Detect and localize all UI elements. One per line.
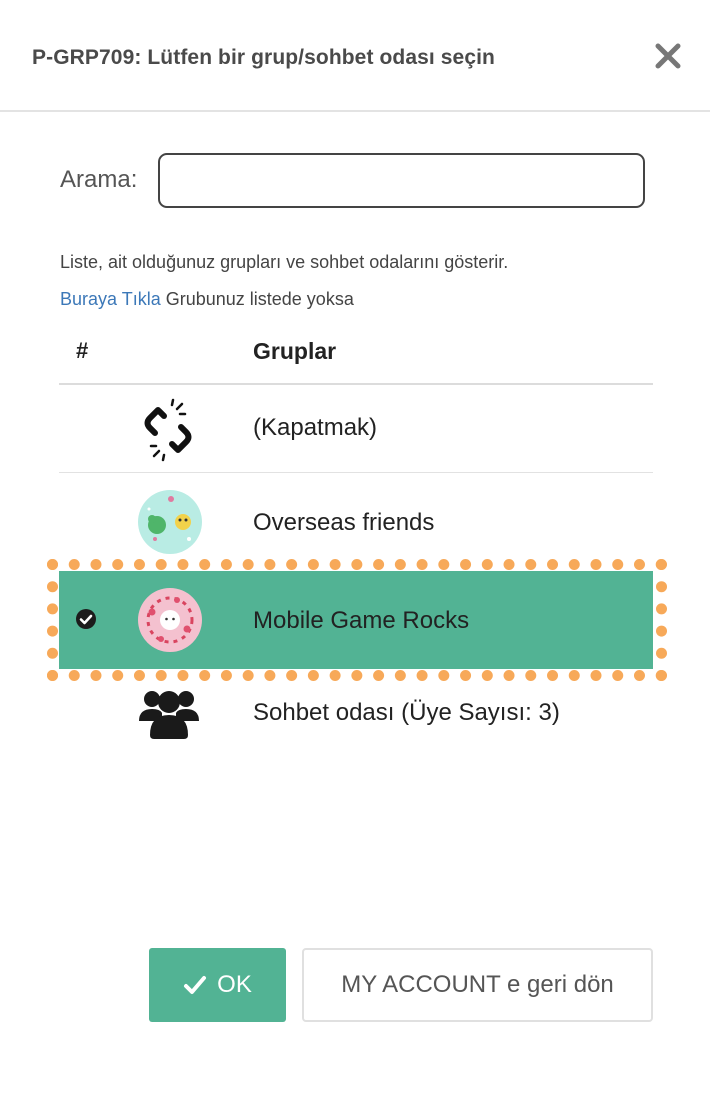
table-header: # Gruplar xyxy=(59,318,653,385)
my-account-button[interactable]: MY ACCOUNT e geri dön xyxy=(302,948,653,1022)
checkmark-icon xyxy=(184,976,207,994)
dialog-header: P-GRP709: Lütfen bir grup/sohbet odası s… xyxy=(0,0,710,112)
group-avatar-icon xyxy=(138,588,202,652)
close-icon[interactable] xyxy=(652,40,684,72)
users-icon xyxy=(139,691,199,739)
missing-group-text: Grubunuz listede yoksa xyxy=(160,289,354,309)
click-here-link[interactable]: Buraya Tıkla xyxy=(60,289,161,309)
missing-group-line: Buraya Tıkla Grubunuz listede yoksa xyxy=(60,289,354,310)
group-row-mobile-game-rocks[interactable]: Mobile Game Rocks xyxy=(59,571,653,669)
column-header-number: # xyxy=(76,338,89,363)
groups-table: # Gruplar (Kapatmak) Overseas friends Mo… xyxy=(59,318,653,761)
search-label: Arama: xyxy=(60,166,138,193)
group-row-close[interactable]: (Kapatmak) xyxy=(59,385,653,473)
group-row-label: Sohbet odası (Üye Sayısı: 3) xyxy=(253,699,560,726)
group-row-chat-room[interactable]: Sohbet odası (Üye Sayısı: 3) xyxy=(59,669,653,761)
group-row-label: (Kapatmak) xyxy=(253,414,378,441)
group-row-label: Mobile Game Rocks xyxy=(253,607,470,634)
info-text: Liste, ait olduğunuz grupları ve sohbet … xyxy=(60,252,509,272)
group-avatar-icon xyxy=(138,490,202,554)
group-row-overseas-friends[interactable]: Overseas friends xyxy=(59,473,653,571)
broken-link-icon xyxy=(144,398,192,462)
dialog-title: P-GRP709: Lütfen bir grup/sohbet odası s… xyxy=(32,46,495,69)
ok-button-label: OK xyxy=(217,971,252,998)
column-header-groups: Gruplar xyxy=(253,338,337,364)
check-circle-icon xyxy=(76,609,96,629)
search-input[interactable] xyxy=(158,153,645,208)
ok-button[interactable]: OK xyxy=(149,948,286,1022)
group-row-label: Overseas friends xyxy=(253,509,435,536)
my-account-button-label: MY ACCOUNT e geri dön xyxy=(341,971,614,998)
